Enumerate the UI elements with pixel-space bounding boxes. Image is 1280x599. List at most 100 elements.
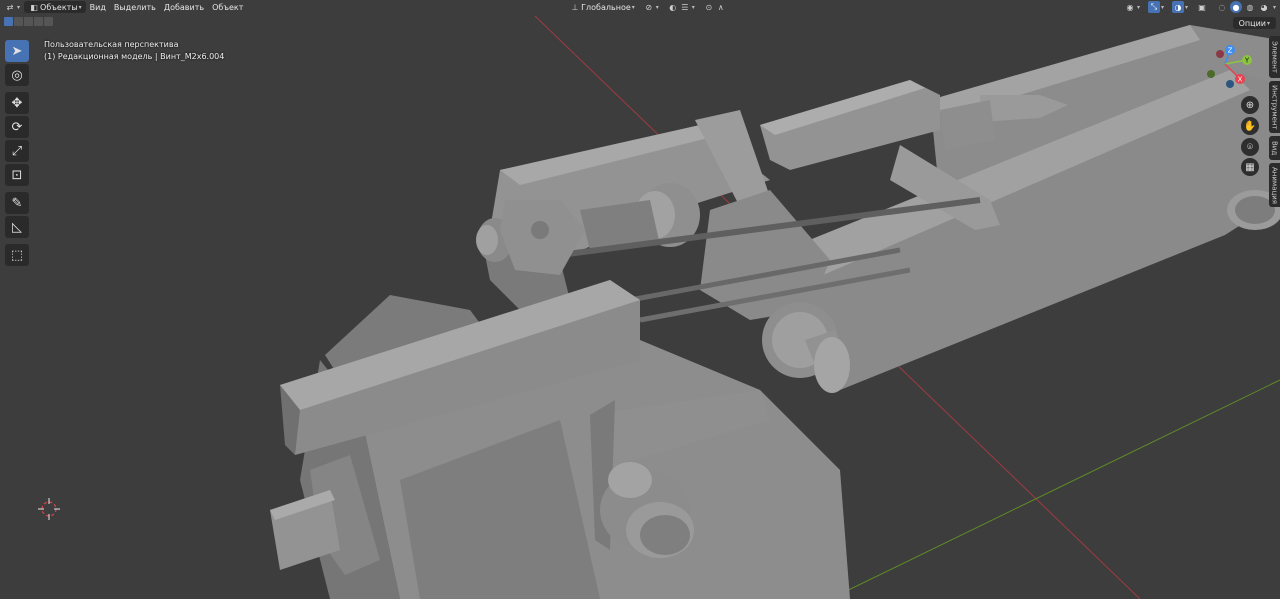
tool-shelf: ➤ ◎ ✥ ⟳ ⤢ ⊡ ✎ ◺ ⬚	[5, 40, 31, 268]
pivot-point-button[interactable]: ⊘ ▾	[639, 1, 663, 13]
overlays-icon: ◑	[1171, 1, 1184, 13]
proportional-edit-icon: ⊙	[705, 2, 713, 12]
shading-buttons[interactable]: ◌ ● ◍ ◕ ▾	[1212, 1, 1280, 13]
cursor-tool[interactable]: ◎	[5, 64, 29, 86]
select-new-icon[interactable]	[4, 17, 13, 26]
select-invert-icon[interactable]	[34, 17, 43, 26]
tab-item[interactable]: Элемент	[1269, 36, 1280, 78]
tab-animation[interactable]: Анимация	[1269, 163, 1280, 207]
zoom-button[interactable]: ⊕	[1241, 96, 1259, 114]
grid-icon: ▦	[1245, 161, 1255, 173]
selection-mode-buttons[interactable]	[4, 17, 53, 26]
tab-tool[interactable]: Инструмент	[1269, 81, 1280, 133]
cursor-3d-icon: ◎	[11, 67, 23, 83]
3d-viewport[interactable]: ⇄ ▾ ◧ Объекты ▾ Вид Выделить Добавить Объек…	[0, 0, 1280, 599]
tab-item-label: Элемент	[1270, 41, 1279, 73]
chevron-down-icon: ▾	[78, 3, 82, 11]
tab-animation-label: Анимация	[1270, 166, 1279, 204]
editor-type-button[interactable]: ⇄ ▾	[0, 1, 24, 13]
gizmo-icon: ⤡	[1147, 1, 1160, 13]
wireframe-shading-icon[interactable]: ◌	[1216, 1, 1228, 13]
neg-x-axis-handle	[1216, 50, 1224, 58]
gizmo-toggle-button[interactable]: ⤡ ▾	[1144, 1, 1168, 13]
visibility-button[interactable]: ◉ ▾	[1120, 1, 1144, 13]
solid-shading-icon[interactable]: ●	[1229, 1, 1242, 13]
options-label: Опции	[1238, 18, 1266, 28]
neg-z-axis-handle	[1226, 80, 1234, 88]
orientation-icon: ⊥	[571, 2, 579, 12]
add-cube-icon: ⬚	[10, 247, 24, 263]
select-subtract-icon[interactable]	[24, 17, 33, 26]
mode-label: Объекты	[40, 2, 78, 12]
chevron-down-icon: ▾	[691, 3, 695, 11]
pivot-icon: ⊘	[645, 2, 653, 12]
transform-tool[interactable]: ⊡	[5, 164, 29, 186]
navigation-gizmo[interactable]: Z Y X	[1200, 42, 1258, 92]
viewport-info: Пользовательская перспектива (1) Редакци…	[44, 39, 224, 63]
neg-y-axis-handle	[1207, 70, 1215, 78]
chevron-down-icon: ▾	[1184, 3, 1188, 11]
chevron-down-icon: ▾	[1272, 3, 1276, 11]
view-name: Пользовательская перспектива	[44, 40, 179, 49]
chevron-down-icon: ▾	[1160, 3, 1164, 11]
transform-orientation-selector[interactable]: ⊥ Глобальное ▾	[565, 1, 639, 13]
3d-model-scene[interactable]	[0, 0, 1280, 599]
proportional-edit-button[interactable]: ⊙ ∧	[699, 1, 731, 13]
magnet-icon: ◐	[669, 2, 677, 12]
y-axis-label: Y	[1244, 57, 1250, 65]
chevron-down-icon: ▾	[1266, 19, 1270, 27]
menu-select[interactable]: Выделить	[110, 1, 160, 13]
chevron-down-icon: ▾	[1136, 3, 1140, 11]
scale-tool[interactable]: ⤢	[5, 140, 29, 162]
tab-tool-label: Инструмент	[1270, 84, 1279, 130]
menu-object[interactable]: Объект	[208, 1, 247, 13]
camera-view-button[interactable]: ⌾	[1241, 138, 1259, 156]
rendered-shading-icon[interactable]: ◕	[1258, 1, 1270, 13]
snap-increment-icon: ☰	[681, 2, 689, 12]
xray-button[interactable]: ▣	[1192, 1, 1212, 13]
eye-icon: ◉	[1126, 2, 1134, 12]
sidebar-tabs: Элемент Инструмент Вид Анимация	[1269, 36, 1280, 210]
cursor-arrow-icon: ➤	[11, 43, 23, 59]
object-mode-icon: ◧	[30, 2, 38, 12]
annotate-tool[interactable]: ✎	[5, 192, 29, 214]
move-tool[interactable]: ✥	[5, 92, 29, 114]
scale-icon: ⤢	[11, 143, 23, 159]
falloff-icon: ∧	[717, 2, 724, 12]
rotate-icon: ⟳	[11, 119, 23, 135]
hand-icon: ✋	[1243, 120, 1257, 132]
add-cube-tool[interactable]: ⬚	[5, 244, 29, 266]
object-info: (1) Редакционная модель | Винт_M2x6.004	[44, 52, 225, 61]
snap-button[interactable]: ◐ ☰ ▾	[663, 1, 699, 13]
select-extend-icon[interactable]	[14, 17, 23, 26]
chevron-down-icon: ▾	[631, 3, 635, 11]
menu-view[interactable]: Вид	[86, 1, 110, 13]
chevron-down-icon: ▾	[17, 3, 21, 11]
mode-selector[interactable]: ◧ Объекты ▾	[24, 1, 86, 13]
zoom-icon: ⊕	[1245, 99, 1255, 111]
xray-icon: ▣	[1198, 2, 1206, 12]
rotate-tool[interactable]: ⟳	[5, 116, 29, 138]
orientation-label: Глобальное	[581, 2, 631, 12]
select-intersect-icon[interactable]	[44, 17, 53, 26]
z-axis-label: Z	[1228, 47, 1233, 55]
viewport-header: ⇄ ▾ ◧ Объекты ▾ Вид Выделить Добавить Объек…	[0, 0, 1280, 14]
select-box-tool[interactable]: ➤	[5, 40, 29, 62]
pencil-icon: ✎	[11, 195, 23, 211]
tab-view[interactable]: Вид	[1269, 136, 1280, 160]
editor-type-icon: ⇄	[6, 2, 14, 12]
pan-button[interactable]: ✋	[1241, 117, 1259, 135]
measure-tool[interactable]: ◺	[5, 216, 29, 238]
material-shading-icon[interactable]: ◍	[1244, 1, 1256, 13]
x-axis-label: X	[1238, 76, 1243, 84]
transform-icon: ⊡	[11, 167, 23, 183]
options-button[interactable]: Опции ▾	[1232, 17, 1276, 29]
3d-cursor-icon[interactable]	[38, 498, 60, 520]
ruler-icon: ◺	[12, 219, 22, 235]
overlays-button[interactable]: ◑ ▾	[1168, 1, 1192, 13]
move-icon: ✥	[11, 95, 23, 111]
perspective-toggle-button[interactable]: ▦	[1241, 158, 1259, 176]
menu-add[interactable]: Добавить	[160, 1, 208, 13]
chevron-down-icon: ▾	[655, 3, 659, 11]
tab-view-label: Вид	[1270, 140, 1279, 156]
